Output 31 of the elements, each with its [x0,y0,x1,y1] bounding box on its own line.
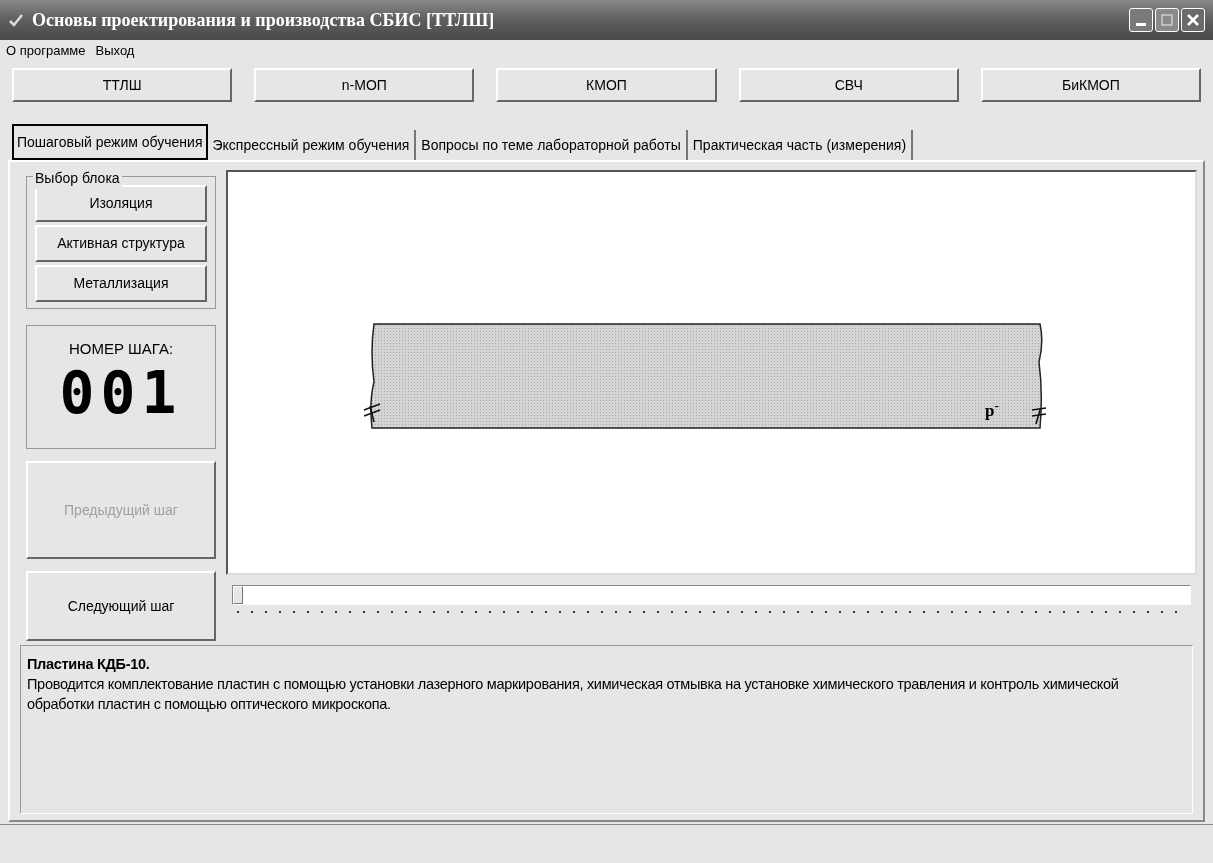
technology-button[interactable]: ТТЛШ [12,68,233,102]
technology-button[interactable]: КМОП [496,68,717,102]
technology-button[interactable]: n-МОП [254,68,475,102]
minimize-icon [1136,23,1146,26]
doping-label: p$^{-}$ [985,398,999,422]
groupbox-title: Выбор блока [33,168,122,189]
maximize-icon [1161,14,1173,26]
maximize-button[interactable] [1155,8,1179,32]
close-icon [1186,13,1200,27]
block-button[interactable]: Металлизация [35,265,207,302]
tab[interactable]: Практическая часть (измерения) [687,130,914,160]
block-button[interactable]: Изоляция [35,185,207,222]
slider-thumb[interactable] [233,586,243,604]
window-title: Основы проектирования и производства СБИС [ТТЛШ] [32,8,495,32]
minimize-button[interactable] [1129,8,1153,32]
step-number: 001 [59,360,183,425]
step-button[interactable]: Следующий шаг [26,571,216,641]
tab[interactable]: Вопросы по теме лабораторной работы [416,130,688,160]
technology-button[interactable]: БиКМОП [980,68,1201,102]
step-label: НОМЕР ШАГА: [68,339,174,359]
block-button[interactable]: Активная структура [35,225,207,262]
close-button[interactable] [1181,8,1205,32]
technology-button[interactable]: СВЧ [738,68,959,102]
description-text: Проводится комплектование пластин с помощью установки лазерного маркирования, химическая отмывка на установке химического травления и контроль химической обработки пластин с помощью оптического микроскопа. [27,675,1120,714]
checkmark-icon [8,12,24,28]
tab[interactable]: Экспрессный режим обучения [207,130,417,160]
description-title: Пластина КДБ-10. [27,655,151,674]
menu-item[interactable]: О программе [6,41,86,61]
slider-track[interactable] [232,585,1191,605]
tab[interactable]: Пошаговый режим обучения [12,124,208,160]
menu-item[interactable]: Выход [95,41,135,61]
